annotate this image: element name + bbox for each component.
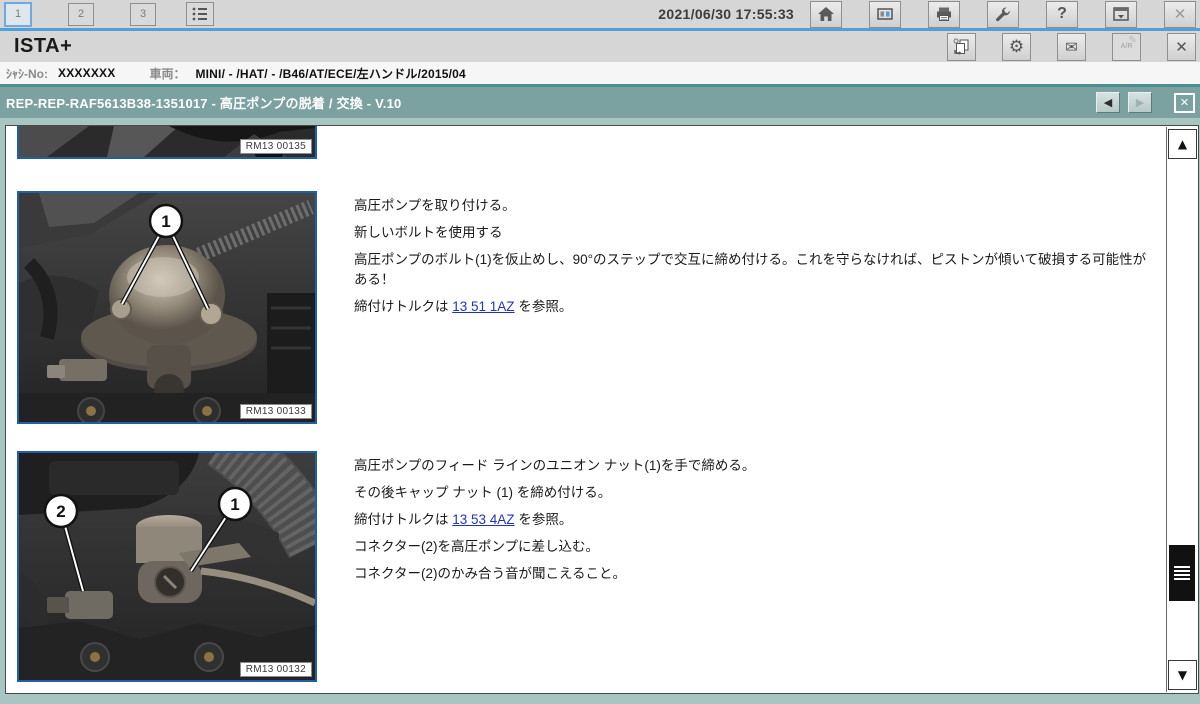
mail-icon: ✉	[1065, 38, 1078, 56]
app-title: ISTA+	[14, 35, 72, 58]
document-transfer-button[interactable]	[947, 33, 976, 61]
help-icon: ?	[1057, 5, 1067, 23]
dock-window-icon	[1112, 6, 1130, 22]
scroll-up-button[interactable]: ▲	[1168, 129, 1197, 159]
instruction-line: 高圧ポンプのボルト(1)を仮止めし、90°のステップで交互に締め付ける。これを守…	[354, 250, 1154, 290]
figure-rm13-00135[interactable]: RM13 00135	[17, 126, 317, 159]
app-titlebar: ISTA+ ⚙ ✉ A/R ✎ ✕	[0, 31, 1200, 62]
settings-button[interactable]: ⚙	[1002, 33, 1031, 61]
print-button[interactable]	[928, 1, 960, 28]
mail-feedback-button[interactable]: ✉	[1057, 33, 1086, 61]
instruction-line: コネクター(2)のかみ合う音が聞こえること。	[354, 564, 1154, 584]
torque-link-13534az[interactable]: 13 53 4AZ	[452, 512, 514, 527]
figure-rm13-00133[interactable]: 1 RM13 00133	[17, 191, 317, 424]
torque-text-prefix: 締付けトルクは	[354, 299, 452, 314]
instruction-line: 高圧ポンプのフィード ラインのユニオン ナット(1)を手で締める。	[354, 456, 1154, 476]
torque-link-13511az[interactable]: 13 51 1AZ	[452, 299, 514, 314]
instruction-block-install: 高圧ポンプを取り付ける。 新しいボルトを使用する 高圧ポンプのボルト(1)を仮止…	[354, 196, 1154, 324]
scrollbar-thumb[interactable]	[1169, 545, 1195, 601]
gear-icon: ⚙	[1009, 37, 1024, 57]
session-list-button[interactable]	[186, 2, 214, 26]
chassis-number-value: XXXXXXX	[58, 66, 115, 80]
chassis-number-label: ｼｬｼ-No:	[6, 65, 48, 82]
instruction-line: 新しいボルトを使用する	[354, 223, 1154, 243]
vehicle-spec-value: MINI/ - /HAT/ - /B46/AT/ECE/左ハンドル/2015/0…	[195, 65, 465, 82]
minimize-dock-button[interactable]	[1105, 1, 1137, 28]
scrollbar-grip-icon	[1174, 566, 1190, 581]
document-copy-icon	[952, 38, 972, 56]
datetime-display: 2021/06/30 17:55:33	[658, 6, 794, 22]
figure-id-label: RM13 00135	[240, 139, 312, 154]
instruction-line-torque: 締付けトルクは 13 51 1AZ を参照。	[354, 297, 1154, 317]
vehicle-label: 車両：	[149, 65, 185, 82]
close-application-button[interactable]: ✕	[1164, 1, 1196, 28]
document-content-area: RM13 00135	[5, 125, 1199, 694]
instruction-line: コネクター(2)を高圧ポンプに差し込む。	[354, 537, 1154, 557]
top-toolbar: 1 2 3 2021/06/30 17:55:33	[0, 0, 1200, 28]
callout-number-1: 1	[161, 212, 170, 231]
figure-rm13-00132[interactable]: 2 1 RM13 00132	[17, 451, 317, 682]
close-icon: ✕	[1174, 5, 1187, 23]
ar-annotation-button[interactable]: A/R ✎	[1112, 33, 1141, 61]
printer-icon	[935, 6, 953, 22]
vehicle-info-bar: ｼｬｼ-No: XXXXXXX 車両： MINI/ - /HAT/ - /B46…	[0, 62, 1200, 84]
torque-text-suffix: を参照。	[515, 512, 573, 527]
close-document-button[interactable]: ✕	[1174, 93, 1195, 113]
workshop-display-button[interactable]	[869, 1, 901, 28]
instruction-line: その後キャップ ナット (1) を締め付ける。	[354, 483, 1154, 503]
torque-text-suffix: を参照。	[515, 299, 573, 314]
instruction-line: 高圧ポンプを取り付ける。	[354, 196, 1154, 216]
figure-id-label: RM13 00132	[240, 662, 312, 677]
document-title: REP-REP-RAF5613B38-1351017 - 高圧ポンプの脱着 / …	[6, 93, 401, 112]
wrench-icon	[994, 6, 1012, 22]
engine-photo-pump-bolts: 1	[19, 193, 315, 422]
list-icon	[191, 6, 209, 22]
callout-number-1: 1	[230, 495, 239, 514]
session-tab-3[interactable]: 3	[130, 3, 156, 26]
nav-previous-button[interactable]: ◀	[1096, 92, 1120, 113]
session-tab-2[interactable]: 2	[68, 3, 94, 26]
help-button[interactable]: ?	[1046, 1, 1078, 28]
ar-pencil-icon: A/R ✎	[1120, 43, 1132, 50]
scroll-down-button[interactable]: ▼	[1168, 660, 1197, 690]
display-icon	[876, 6, 894, 22]
close-session-button[interactable]: ✕	[1167, 33, 1196, 61]
instruction-line-torque: 締付けトルクは 13 53 4AZ を参照。	[354, 510, 1154, 530]
session-tab-1[interactable]: 1	[4, 2, 32, 27]
instruction-block-connect: 高圧ポンプのフィード ラインのユニオン ナット(1)を手で締める。 その後キャッ…	[354, 456, 1154, 591]
close-icon: ✕	[1175, 38, 1188, 56]
home-icon	[817, 6, 835, 22]
figure-id-label: RM13 00133	[240, 404, 312, 419]
vertical-scrollbar[interactable]: ▲ ▼	[1166, 127, 1197, 692]
engine-photo-pump-connector: 2 1	[19, 453, 315, 680]
document-header: REP-REP-RAF5613B38-1351017 - 高圧ポンプの脱着 / …	[0, 87, 1200, 118]
settings-tools-button[interactable]	[987, 1, 1019, 28]
torque-text-prefix: 締付けトルクは	[354, 512, 452, 527]
nav-next-button[interactable]: ▶	[1128, 92, 1152, 113]
callout-number-2: 2	[56, 502, 65, 521]
home-button[interactable]	[810, 1, 842, 28]
